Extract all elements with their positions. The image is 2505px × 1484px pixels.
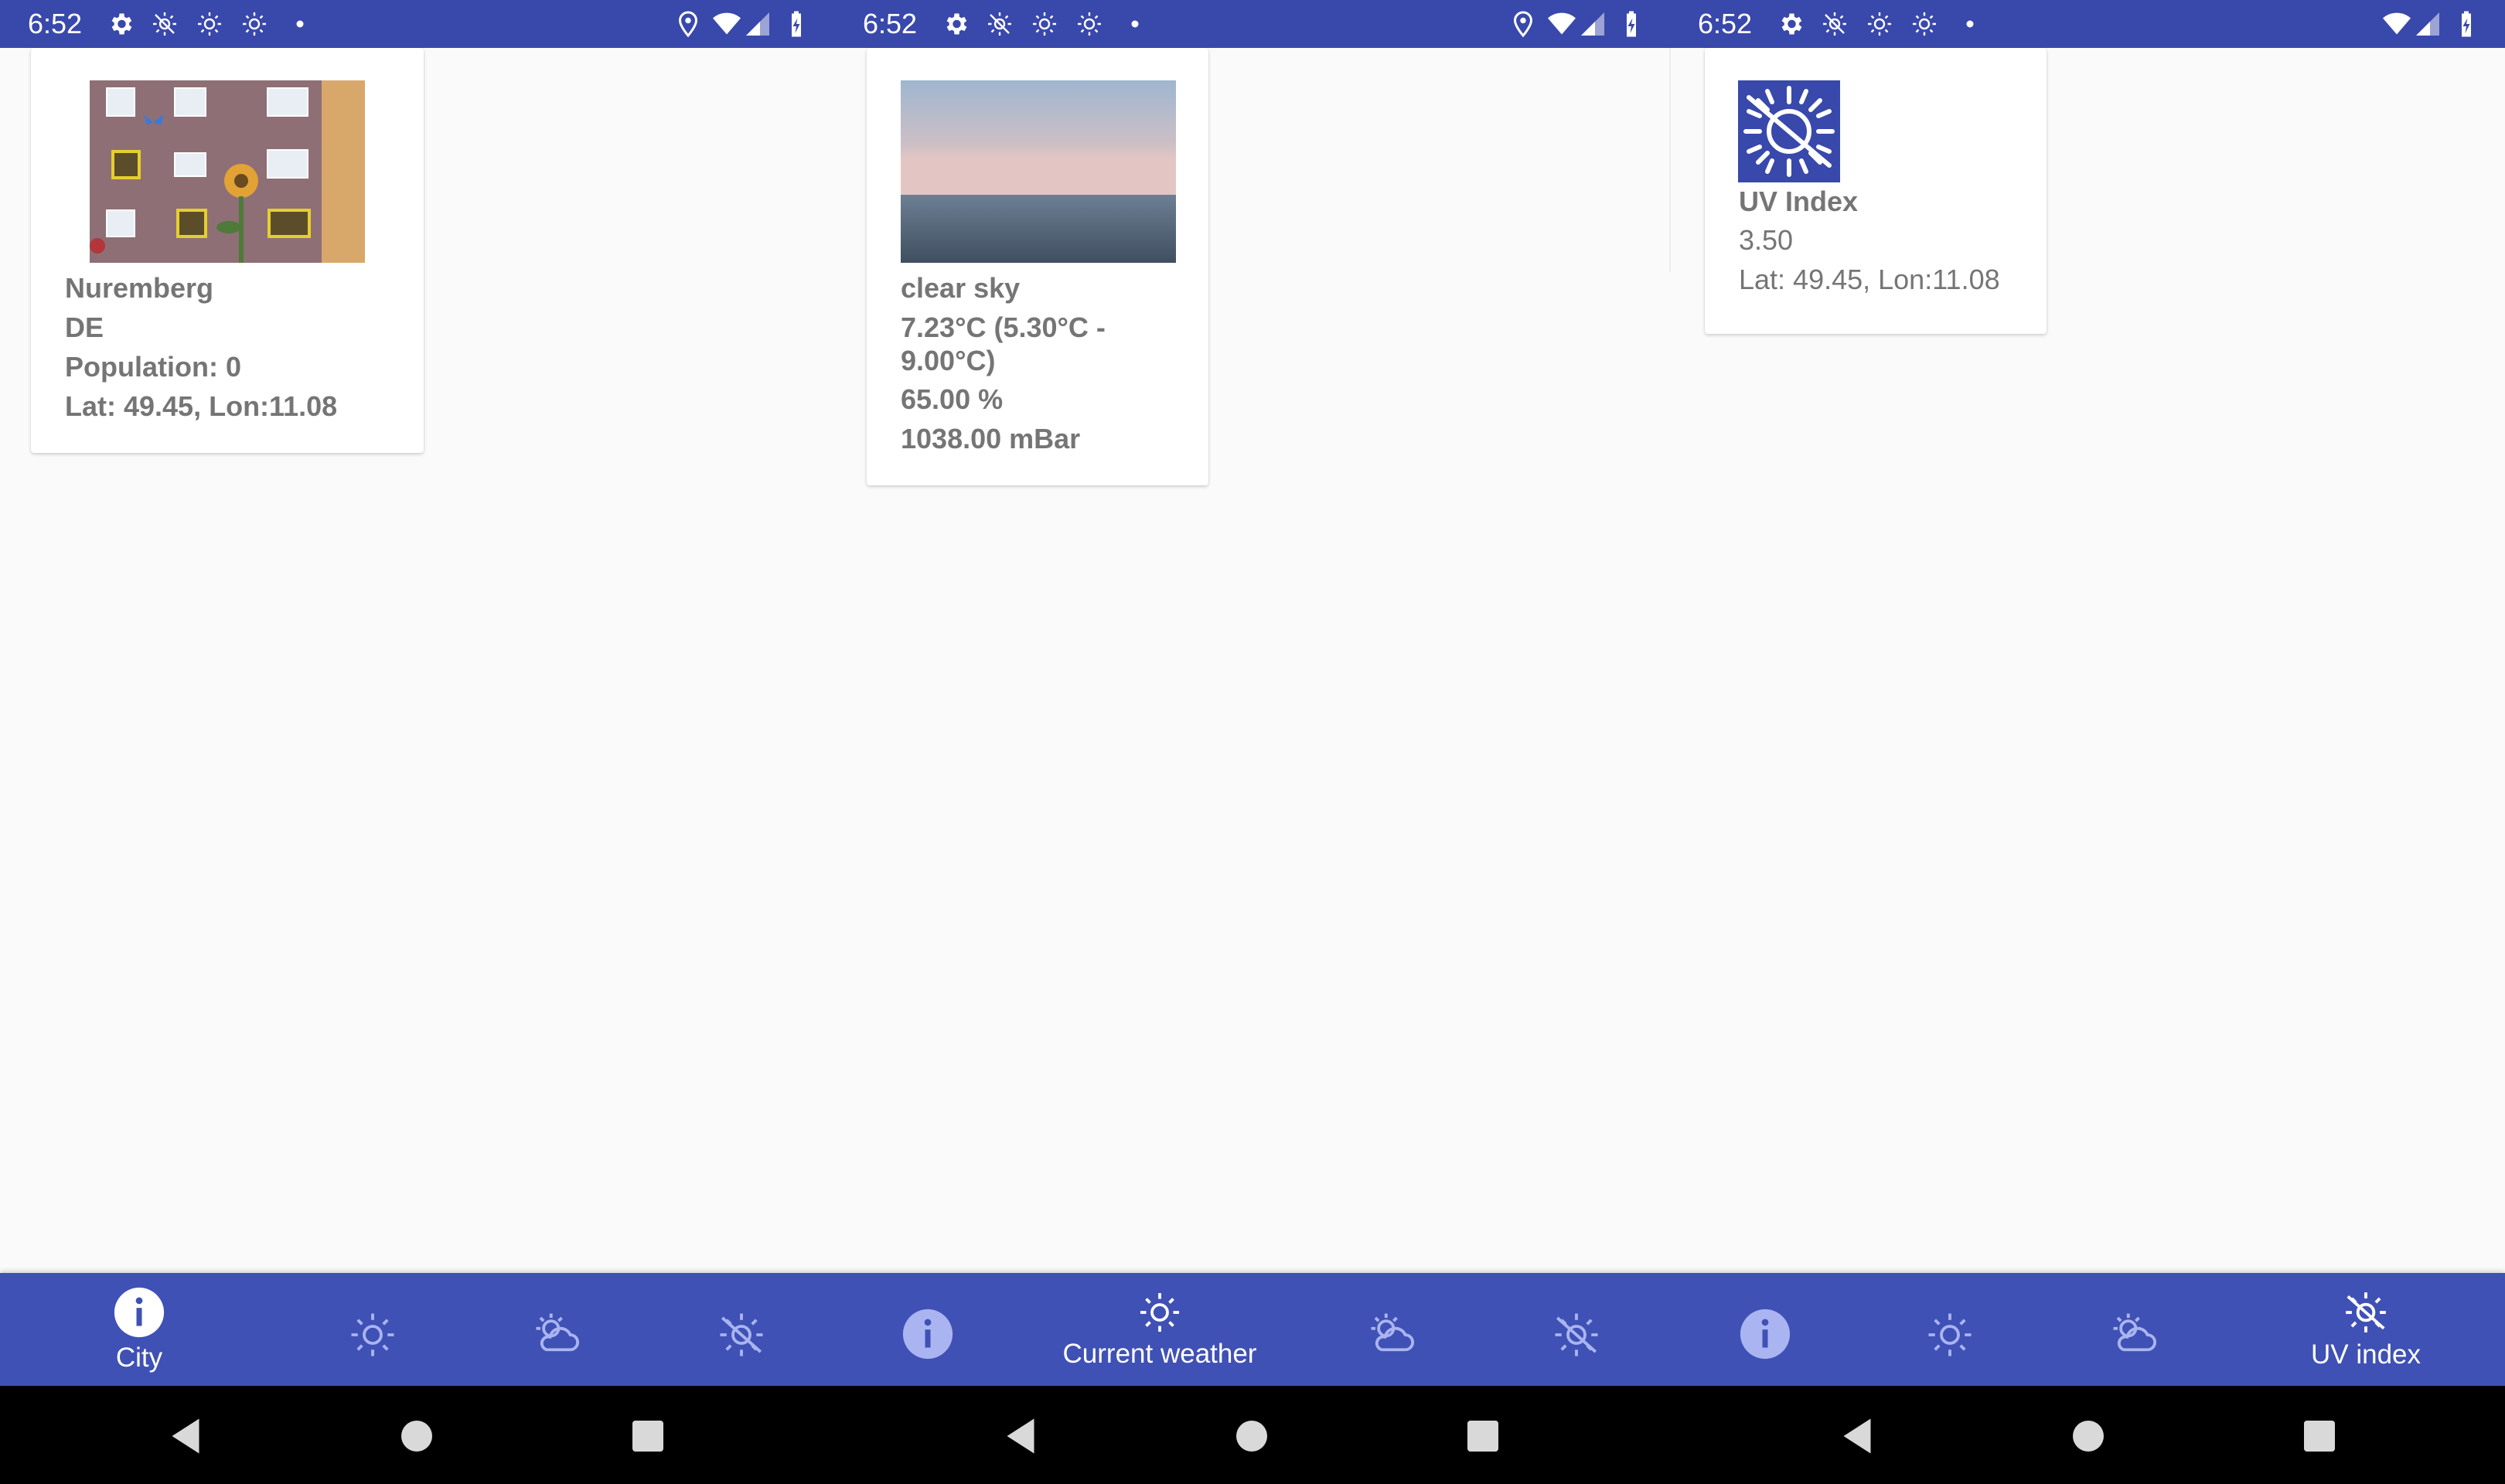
partly-cloudy-icon[interactable]: [2108, 1309, 2162, 1360]
uv-index-icon: [1738, 80, 1840, 182]
status-bar-segment: 6:52: [1670, 0, 2505, 48]
page-divider: [1669, 48, 1671, 272]
city-country: DE: [65, 311, 104, 343]
uv-title: UV Index: [1739, 186, 1859, 217]
back-icon[interactable]: [1834, 1413, 1880, 1459]
settings-icon: [946, 13, 967, 35]
uv-icon[interactable]: [1551, 1309, 1602, 1360]
uv-small-icon: [988, 12, 1011, 36]
notification-dot-icon: [1131, 20, 1139, 28]
home-icon[interactable]: [394, 1413, 440, 1459]
uv-icon[interactable]: [716, 1309, 767, 1360]
notification-dot-icon: [1966, 20, 1974, 28]
location-icon: [678, 11, 698, 38]
content-area: Nuremberg DE Population: 0 Lat: 49.45, L…: [0, 48, 2505, 1273]
wifi-icon: [2383, 12, 2411, 35]
back-icon[interactable]: [997, 1413, 1044, 1459]
info-icon: [114, 1287, 165, 1338]
bottom-navigation: City Current weather UV index: [0, 1273, 2505, 1386]
uv-index-card[interactable]: UV Index 3.50 Lat: 49.45, Lon:11.08: [1705, 48, 2047, 334]
back-icon[interactable]: [162, 1413, 209, 1459]
status-bar-segment: 6:52: [0, 0, 835, 48]
cell-signal-icon: [1581, 12, 1604, 36]
nav-item-current-weather[interactable]: Current weather: [1028, 1273, 1291, 1386]
city-coordinates: Lat: 49.45, Lon:11.08: [65, 390, 338, 422]
cell-signal-icon: [2416, 12, 2439, 36]
settings-icon: [1781, 13, 1802, 35]
battery-charging-icon: [1627, 11, 1636, 37]
home-icon[interactable]: [2065, 1413, 2111, 1459]
uv-small-icon: [153, 12, 176, 36]
city-name: Nuremberg: [65, 272, 214, 304]
nav-label-current-weather: Current weather: [1062, 1339, 1257, 1369]
status-time: 6:52: [863, 8, 918, 39]
location-icon: [1513, 11, 1533, 38]
sun-small-icon: [1033, 12, 1056, 36]
partly-cloudy-icon[interactable]: [1365, 1309, 1420, 1360]
wifi-icon: [1548, 12, 1576, 35]
battery-charging-icon: [2462, 11, 2471, 37]
cell-signal-icon: [746, 12, 769, 36]
current-weather-card[interactable]: clear sky 7.23°C (5.30°C - 9.00°C) 65.00…: [867, 48, 1208, 485]
weather-photo: [901, 80, 1176, 263]
recents-icon[interactable]: [1460, 1413, 1506, 1459]
uv-value: 3.50: [1739, 224, 1794, 256]
status-bar: 6:52 6:52 6:52: [0, 0, 2505, 48]
city-photo: [90, 80, 365, 263]
city-population: Population: 0: [65, 351, 241, 383]
system-navigation-bar: [0, 1386, 2505, 1484]
status-time: 6:52: [28, 8, 83, 39]
partly-cloudy-icon[interactable]: [530, 1309, 584, 1360]
sun-small-icon: [198, 12, 221, 36]
nav-label-uv-index: UV index: [2310, 1339, 2422, 1370]
info-icon[interactable]: [1738, 1307, 1792, 1361]
sun-small-icon: [1913, 12, 1936, 36]
sun-small-icon: [243, 12, 266, 36]
status-bar-segment: 6:52: [835, 0, 1670, 48]
uv-icon: [2346, 1292, 2386, 1333]
notification-dot-icon: [296, 20, 304, 28]
weather-description: clear sky: [901, 272, 1021, 304]
sun-icon[interactable]: [1924, 1309, 1975, 1360]
city-card[interactable]: Nuremberg DE Population: 0 Lat: 49.45, L…: [31, 48, 424, 453]
weather-pressure: 1038.00 mBar: [901, 423, 1081, 454]
home-icon[interactable]: [1229, 1413, 1275, 1459]
uv-small-icon: [1823, 12, 1846, 36]
weather-temperature-line2: 9.00°C): [901, 345, 996, 376]
settings-icon: [111, 13, 132, 35]
nav-label-city: City: [115, 1343, 163, 1373]
battery-charging-icon: [792, 11, 801, 37]
weather-humidity: 65.00 %: [901, 383, 1004, 415]
status-time: 6:52: [1698, 8, 1753, 39]
sun-small-icon: [1078, 12, 1101, 36]
wifi-icon: [713, 12, 741, 35]
nav-item-uv-index[interactable]: UV index: [2258, 1273, 2474, 1386]
nav-item-city[interactable]: City: [77, 1273, 201, 1386]
sun-icon[interactable]: [347, 1309, 398, 1360]
uv-coordinates: Lat: 49.45, Lon:11.08: [1739, 264, 2000, 295]
sun-icon: [1140, 1293, 1179, 1332]
recents-icon[interactable]: [625, 1413, 671, 1459]
sun-small-icon: [1868, 12, 1891, 36]
info-icon[interactable]: [901, 1307, 955, 1361]
recents-icon[interactable]: [2296, 1413, 2343, 1459]
